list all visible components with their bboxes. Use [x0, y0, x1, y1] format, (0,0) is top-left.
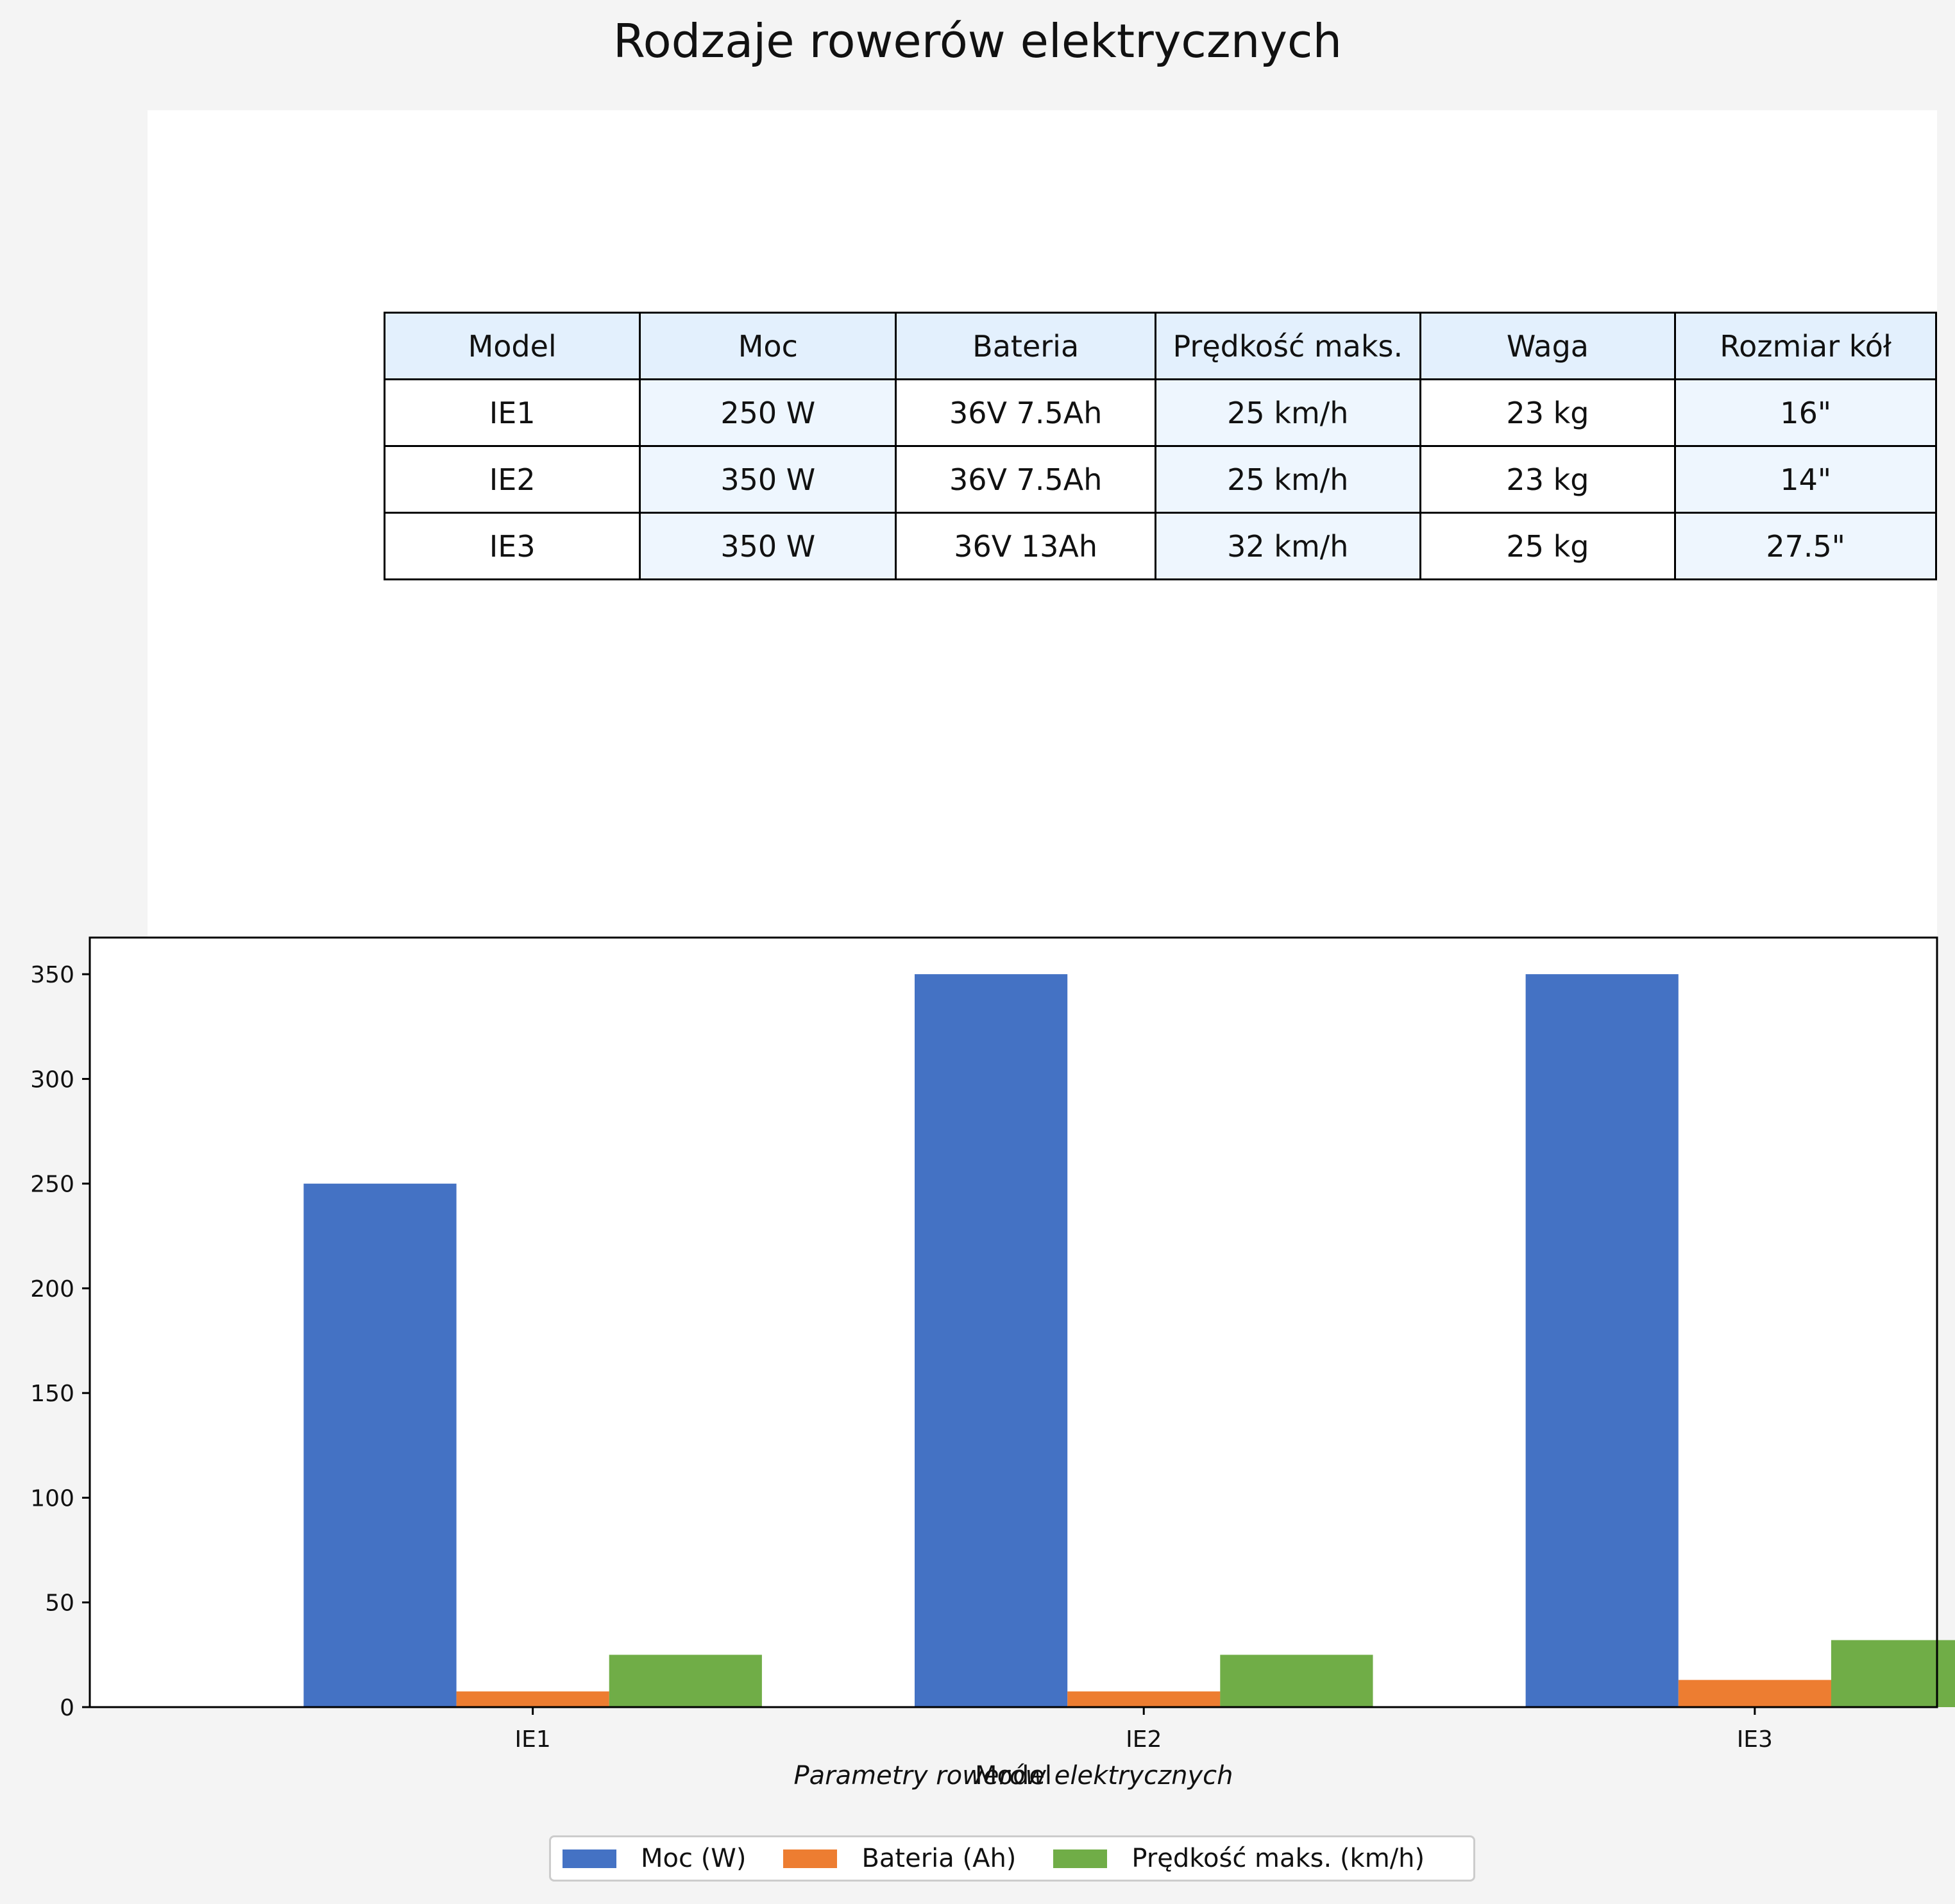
legend-item: Moc (W)	[563, 1844, 746, 1873]
y-tick-label: 100	[30, 1485, 74, 1512]
legend-label: Prędkość maks. (km/h)	[1131, 1844, 1425, 1873]
bar-ie2-series-2	[1220, 1655, 1373, 1707]
x-tick-label: IE3	[1737, 1726, 1773, 1753]
bar-ie3-series-0	[1525, 974, 1679, 1707]
y-axis: 0 50 100 150 200 250 300 350	[30, 962, 90, 1721]
bar-ie1-series-0	[303, 1183, 457, 1707]
legend-label: Bateria (Ah)	[861, 1844, 1017, 1873]
legend-item: Bateria (Ah)	[783, 1844, 1016, 1873]
bar-ie2-series-1	[1067, 1691, 1221, 1707]
y-tick-label: 300	[30, 1066, 74, 1093]
legend-label: Moc (W)	[641, 1844, 747, 1873]
legend: Moc (W) Bateria (Ah) Prędkość maks. (km/h)	[549, 1835, 1475, 1882]
legend-swatch	[1053, 1849, 1108, 1868]
x-tick-label: IE1	[514, 1726, 550, 1753]
y-tick-label: 150	[30, 1381, 74, 1407]
y-tick-label: 50	[45, 1590, 74, 1617]
bar-ie1-series-1	[456, 1691, 609, 1707]
bar-ie2-series-0	[915, 974, 1068, 1707]
bar-ie1-series-2	[609, 1655, 762, 1707]
bar-chart: 050100150200250300350 IE1 IE2 IE3 Model Pa…	[30, 936, 1955, 1790]
legend-item: Prędkość maks. (km/h)	[1053, 1844, 1425, 1873]
legend-swatch	[783, 1849, 838, 1868]
x-axis: IE1 IE2 IE3	[514, 1707, 1773, 1753]
x-tick-label: IE2	[1126, 1726, 1162, 1753]
y-tick-label: 250	[30, 1172, 74, 1198]
y-tick-label: 200	[30, 1276, 74, 1302]
y-tick-label: 350	[30, 962, 74, 988]
bar-ie3-series-1	[1678, 1680, 1831, 1707]
legend-swatch	[563, 1849, 616, 1868]
chart-caption: Parametry rowerów elektrycznych	[794, 1761, 1233, 1790]
y-tick-label: 0	[60, 1695, 74, 1721]
